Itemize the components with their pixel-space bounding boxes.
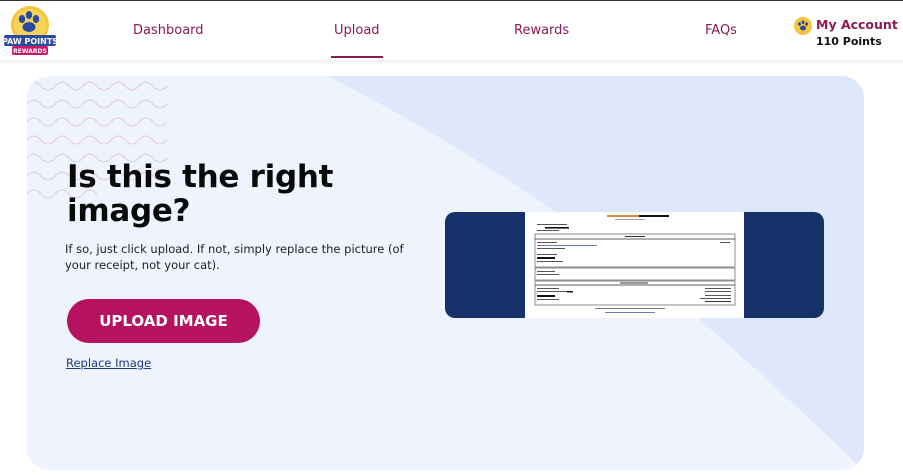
brand-line2: REWARDS (13, 48, 47, 55)
nav-rewards[interactable]: Rewards (514, 23, 569, 38)
page-title: Is this the right image? (67, 159, 334, 229)
brand-line1: PAW POINTS (2, 37, 58, 46)
upload-confirm-card: Is this the right image? If so, just cli… (27, 76, 864, 470)
paw-icon (794, 17, 812, 35)
paw-points-logo[interactable]: PAW POINTS REWARDS (2, 3, 58, 59)
receipt-image (525, 212, 744, 318)
nav-faqs[interactable]: FAQs (705, 23, 737, 38)
points-balance: 110 Points (816, 35, 882, 48)
instruction-text: If so, just click upload. If not, simply… (65, 242, 404, 272)
top-navigation: PAW POINTS REWARDS Dashboard Upload Rewa… (0, 0, 903, 60)
replace-image-link[interactable]: Replace Image (66, 356, 151, 370)
account-label[interactable]: My Account (816, 17, 898, 32)
upload-image-button[interactable]: UPLOAD IMAGE (67, 299, 260, 343)
nav-dashboard[interactable]: Dashboard (133, 23, 204, 38)
receipt-preview (445, 212, 824, 318)
nav-upload[interactable]: Upload (331, 23, 383, 58)
my-account[interactable]: My Account 110 Points (794, 17, 898, 51)
